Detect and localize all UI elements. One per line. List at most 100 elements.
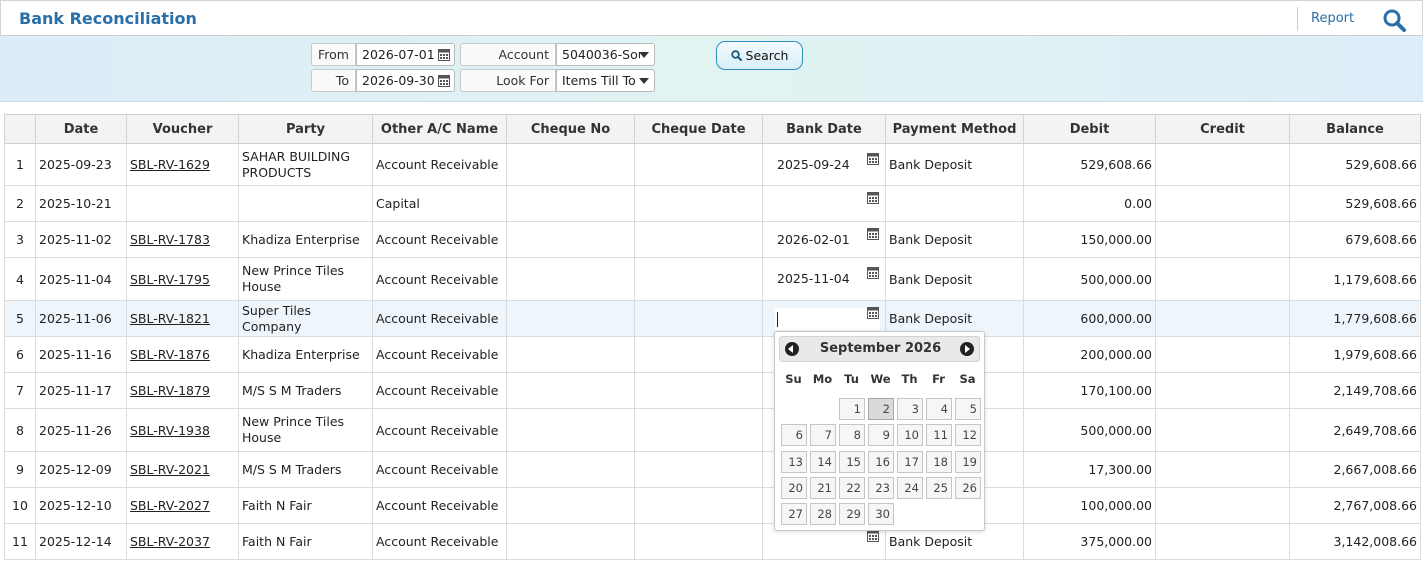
column-header[interactable]: Balance (1289, 114, 1421, 144)
account-label: Account (460, 43, 556, 66)
voucher-link[interactable]: SBL-RV-1879 (130, 383, 210, 398)
search-icon[interactable] (1382, 8, 1406, 35)
table-row[interactable]: 6 2025-11-16 SBL-RV-1876 Khadiza Enterprise… (4, 336, 1421, 373)
calendar-day[interactable]: 14 (810, 450, 836, 473)
calendar-day[interactable]: 2 (868, 398, 894, 420)
calendar-day[interactable]: 5 (955, 398, 981, 420)
calendar-day[interactable]: 7 (810, 424, 836, 447)
calendar-day[interactable]: 10 (897, 424, 923, 447)
column-header[interactable]: Credit (1155, 114, 1290, 144)
voucher-link[interactable]: SBL-RV-2027 (130, 498, 210, 513)
calendar-day[interactable]: 1 (839, 398, 865, 420)
calendar-day[interactable]: 12 (955, 424, 981, 447)
calendar-icon[interactable] (867, 227, 879, 243)
voucher-link[interactable]: SBL-RV-1629 (130, 157, 210, 172)
bank-date-input[interactable] (775, 307, 880, 330)
column-header[interactable]: Party (238, 114, 373, 144)
balance-cell: 2,649,708.66 (1289, 408, 1421, 452)
bank-date-input[interactable]: 2026-02-01 (775, 228, 880, 251)
calendar-day[interactable]: 9 (868, 424, 894, 447)
table-row[interactable]: 9 2025-12-09 SBL-RV-2021 M/S S M Traders Acc… (4, 451, 1421, 488)
calendar-day[interactable]: 19 (955, 450, 981, 473)
calendar-day[interactable]: 30 (868, 503, 894, 526)
calendar-day[interactable]: 26 (955, 476, 981, 499)
next-month-icon[interactable] (960, 342, 974, 356)
account-select[interactable]: 5040036-Sou (556, 43, 655, 66)
calendar-day[interactable]: 21 (810, 476, 836, 499)
column-header[interactable]: Bank Date (762, 114, 886, 144)
bank-date-input[interactable]: 2025-11-04 (775, 268, 880, 290)
calendar-day[interactable]: 28 (810, 503, 836, 526)
column-header[interactable]: Cheque No (506, 114, 635, 144)
table-row[interactable]: 11 2025-12-14 SBL-RV-2037 Faith N Fair Accou… (4, 523, 1421, 560)
credit-cell (1155, 451, 1290, 488)
column-header[interactable]: Date (35, 114, 127, 144)
voucher-link[interactable]: SBL-RV-2037 (130, 534, 210, 549)
calendar-day[interactable]: 3 (897, 398, 923, 420)
bank-date-cell[interactable]: 2026-02-01 (762, 221, 886, 258)
bank-date-cell[interactable] (762, 185, 886, 222)
calendar-icon[interactable] (867, 266, 879, 282)
calendar-icon[interactable] (438, 48, 450, 64)
bank-date-cell[interactable]: 2025-11-04 (762, 257, 886, 301)
column-header[interactable]: Debit (1023, 114, 1156, 144)
calendar-day[interactable]: 29 (839, 503, 865, 526)
calendar-icon[interactable] (867, 152, 879, 168)
calendar-day[interactable]: 27 (781, 503, 807, 526)
table-row[interactable]: 2 2025-10-21 Capital 0.00 529,608.66 (4, 185, 1421, 222)
voucher-link[interactable]: SBL-RV-1938 (130, 423, 210, 438)
voucher-link[interactable]: SBL-RV-2021 (130, 462, 210, 477)
calendar-day[interactable]: 6 (781, 424, 807, 447)
calendar-day[interactable]: 11 (926, 424, 952, 447)
bank-date-input[interactable] (775, 192, 880, 215)
calendar-day[interactable]: 22 (839, 476, 865, 499)
calendar-day[interactable]: 4 (926, 398, 952, 420)
table-row[interactable]: 10 2025-12-10 SBL-RV-2027 Faith N Fair Accou… (4, 487, 1421, 524)
prev-month-icon[interactable] (785, 342, 799, 356)
voucher-link: SBL-RV-1783 (126, 221, 239, 258)
calendar-day[interactable]: 15 (839, 450, 865, 473)
chevron-down-icon (639, 78, 649, 84)
lookfor-select[interactable]: Items Till To (556, 69, 655, 92)
voucher-link[interactable]: SBL-RV-1783 (130, 232, 210, 247)
report-link[interactable]: Report (1311, 11, 1354, 26)
row-number: 10 (4, 487, 36, 524)
table-row[interactable]: 5 2025-11-06 SBL-RV-1821 Super Tiles Compan… (4, 300, 1421, 337)
calendar-day[interactable]: 25 (926, 476, 952, 499)
calendar-day[interactable]: 23 (868, 476, 894, 499)
to-date-input[interactable]: 2026-09-30 (356, 69, 455, 92)
bank-date-cell[interactable]: 2025-09-24 (762, 143, 886, 186)
voucher-link[interactable]: SBL-RV-1821 (130, 311, 210, 326)
cheque-date-cell (634, 257, 763, 301)
calendar-day[interactable]: 8 (839, 424, 865, 447)
voucher-link[interactable]: SBL-RV-1876 (130, 347, 210, 362)
bank-date-input[interactable] (775, 530, 880, 553)
table-row[interactable]: 3 2025-11-02 SBL-RV-1783 Khadiza Enterprise… (4, 221, 1421, 258)
calendar-day[interactable]: 18 (926, 450, 952, 473)
cheque-date-cell (634, 372, 763, 409)
bank-date-input[interactable]: 2025-09-24 (775, 153, 880, 176)
calendar-day[interactable]: 16 (868, 450, 894, 473)
calendar-day[interactable]: 13 (781, 450, 807, 473)
table-row[interactable]: 4 2025-11-04 SBL-RV-1795 New Prince Tiles H… (4, 257, 1421, 301)
calendar-icon[interactable] (867, 306, 879, 322)
calendar-day[interactable]: 24 (897, 476, 923, 499)
column-header[interactable]: Other A/C Name (372, 114, 507, 144)
table-row[interactable]: 7 2025-11-17 SBL-RV-1879 M/S S M Traders Acc… (4, 372, 1421, 409)
voucher-link[interactable]: SBL-RV-1795 (130, 272, 210, 287)
text-cursor (777, 311, 778, 327)
table-row[interactable]: 8 2025-11-26 SBL-RV-1938 New Prince Tiles H… (4, 408, 1421, 452)
calendar-day[interactable]: 17 (897, 450, 923, 473)
other-ac-cell: Account Receivable (372, 523, 507, 560)
calendar-icon[interactable] (438, 74, 450, 90)
cheque-date-cell (634, 408, 763, 452)
from-date-input[interactable]: 2026-07-01 (356, 43, 455, 66)
column-header[interactable]: Cheque Date (634, 114, 763, 144)
search-button[interactable]: Search (716, 41, 803, 70)
calendar-icon[interactable] (867, 191, 879, 207)
calendar-day[interactable]: 20 (781, 476, 807, 499)
table-row[interactable]: 1 2025-09-23 SBL-RV-1629 SAHAR BUILDING PRO… (4, 143, 1421, 186)
column-header[interactable]: Payment Method (885, 114, 1024, 144)
column-header[interactable]: Voucher (126, 114, 239, 144)
cheque-date-cell (634, 523, 763, 560)
